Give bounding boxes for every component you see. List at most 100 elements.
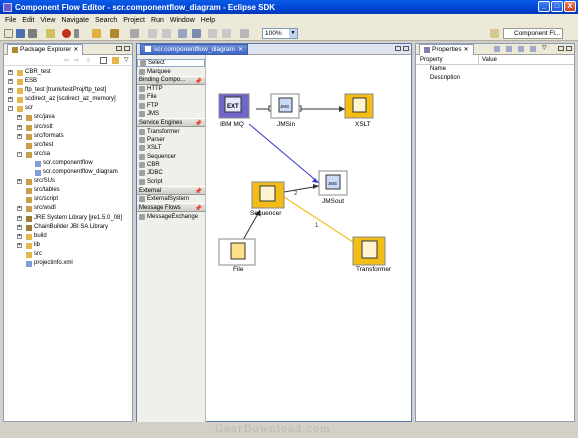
expand-icon[interactable]: + <box>8 79 13 85</box>
tree-item[interactable]: + scdirect_az [scdirect_az_memory] <box>4 95 132 104</box>
close-icon[interactable]: ✕ <box>464 46 469 53</box>
minimize-editor-icon[interactable] <box>395 46 401 51</box>
layout-icon[interactable] <box>240 29 249 38</box>
maximize-editor-icon[interactable] <box>403 46 409 51</box>
palette-drawer[interactable]: Message Flows 📌 <box>137 203 205 213</box>
palette-drawer[interactable]: External 📌 <box>137 186 205 196</box>
property-row[interactable]: Name <box>416 65 574 74</box>
expand-icon[interactable]: + <box>17 242 22 248</box>
tree-item[interactable]: - scr <box>4 104 132 113</box>
palette-item[interactable]: Parser <box>137 136 205 144</box>
expand-icon[interactable]: + <box>17 206 22 212</box>
palette-item[interactable]: File <box>137 93 205 101</box>
palette-item[interactable]: ExternalSystem <box>137 195 205 203</box>
forward-icon[interactable] <box>192 29 201 38</box>
perspective-switcher[interactable]: Component Fl... <box>503 28 563 39</box>
palette-item[interactable]: CBR <box>137 161 205 169</box>
tree-item[interactable]: src/test <box>4 141 132 150</box>
maximize-view-icon[interactable] <box>566 46 572 51</box>
align-icon[interactable] <box>148 29 157 38</box>
close-icon[interactable]: ✕ <box>238 46 243 53</box>
match-width-icon[interactable] <box>162 29 171 38</box>
open-perspective-icon[interactable] <box>490 29 499 38</box>
forward-nav-icon[interactable]: ⇨ <box>74 57 79 64</box>
back-nav-icon[interactable]: ⇦ <box>64 57 69 64</box>
link-editor-icon[interactable] <box>112 57 119 64</box>
tree-item[interactable]: + JRE System Library [jre1.5.0_08] <box>4 214 132 223</box>
tree-item[interactable]: src/script <box>4 195 132 204</box>
tree-item[interactable]: + lib <box>4 241 132 250</box>
collapse-icon[interactable]: - <box>8 106 13 112</box>
expand-icon[interactable]: + <box>17 224 22 230</box>
tree-item[interactable]: + src/formats <box>4 132 132 141</box>
diagram-canvas[interactable]: 2 1 EXT IBM MQ JMS JMSin XSLT Sequencer … <box>207 55 411 421</box>
palette-item[interactable]: Sequencer <box>137 153 205 161</box>
expand-icon[interactable]: + <box>17 124 22 130</box>
expand-icon[interactable]: + <box>8 88 13 94</box>
tree-item[interactable]: src/tables <box>4 186 132 195</box>
dropdown-icon[interactable] <box>74 29 79 38</box>
tab-properties[interactable]: Properties ✕ <box>419 43 474 55</box>
tree-item[interactable]: + ESB <box>4 77 132 86</box>
palette-item[interactable]: Transformer <box>137 127 205 135</box>
search-icon[interactable] <box>110 29 119 38</box>
palette-item[interactable]: HTTP <box>137 85 205 93</box>
palette-item[interactable]: Select <box>137 59 205 68</box>
expand-icon[interactable]: + <box>8 97 13 103</box>
back-icon[interactable] <box>178 29 187 38</box>
expand-icon[interactable]: + <box>17 179 22 185</box>
new-icon[interactable] <box>4 29 13 38</box>
palette-item[interactable]: FTP <box>137 102 205 110</box>
palette-item[interactable]: Marquee <box>137 67 205 75</box>
up-nav-icon[interactable]: ⇧ <box>86 57 91 64</box>
print-icon[interactable] <box>28 29 37 38</box>
tree-item[interactable]: src <box>4 250 132 259</box>
tree-item[interactable]: - src/sa <box>4 150 132 159</box>
close-button[interactable]: X <box>564 1 576 12</box>
tree-item[interactable]: projectinfo.xml <box>4 259 132 268</box>
pin-icon[interactable]: 📌 <box>195 120 202 127</box>
minimize-view-icon[interactable] <box>116 46 122 51</box>
expand-icon[interactable]: + <box>17 233 22 239</box>
minimize-button[interactable]: _ <box>538 1 550 12</box>
menu-project[interactable]: Project <box>120 17 148 24</box>
palette-item[interactable]: JDBC <box>137 169 205 177</box>
tree-item[interactable]: + src/wsdl <box>4 204 132 213</box>
pin-icon[interactable]: 📌 <box>195 188 202 195</box>
show-categories-icon[interactable] <box>494 46 500 52</box>
prev-icon[interactable] <box>208 29 217 38</box>
collapse-icon[interactable]: - <box>17 151 22 157</box>
tree-item[interactable]: scr.componentflow_diagram <box>4 168 132 177</box>
tree-item[interactable]: + src/java <box>4 113 132 122</box>
expand-icon[interactable]: + <box>17 115 22 121</box>
tree-item[interactable]: scr.componentflow <box>4 159 132 168</box>
menu-edit[interactable]: Edit <box>19 17 37 24</box>
debug-icon[interactable] <box>62 29 71 38</box>
build-icon[interactable] <box>46 29 55 38</box>
view-menu-icon[interactable]: ▽ <box>124 56 129 63</box>
tab-diagram-editor[interactable]: scr.componentflow_diagram ✕ <box>140 43 248 55</box>
palette-item[interactable]: Script <box>137 178 205 186</box>
collapse-all-icon[interactable] <box>100 57 107 64</box>
palette-drawer[interactable]: Service Engines 📌 <box>137 118 205 128</box>
chevron-down-icon[interactable]: ▼ <box>289 29 297 38</box>
tree-item[interactable]: + ftp_test [trunk/testProj/ftp_test] <box>4 86 132 95</box>
maximize-button[interactable]: □ <box>551 1 563 12</box>
save-icon[interactable] <box>16 29 25 38</box>
tree-item[interactable]: + src/xslt <box>4 123 132 132</box>
pin-icon[interactable]: 📌 <box>195 205 202 212</box>
restore-default-icon[interactable] <box>530 46 536 52</box>
expand-icon[interactable]: + <box>8 70 13 75</box>
tree-item[interactable]: + ChainBuilder JBI SA Library <box>4 223 132 232</box>
tree-item[interactable]: + build <box>4 232 132 241</box>
menu-search[interactable]: Search <box>92 17 120 24</box>
connection-ibmmq-jmsout[interactable] <box>248 123 320 184</box>
expand-icon[interactable]: + <box>17 133 22 139</box>
palette-item[interactable]: JMS <box>137 110 205 118</box>
open-type-icon[interactable] <box>92 29 101 38</box>
tree-item[interactable]: + src/SUs <box>4 177 132 186</box>
tab-package-explorer[interactable]: Package Explorer ✕ <box>7 43 84 55</box>
menu-run[interactable]: Run <box>148 17 167 24</box>
menu-window[interactable]: Window <box>167 17 198 24</box>
menu-navigate[interactable]: Navigate <box>58 17 92 24</box>
